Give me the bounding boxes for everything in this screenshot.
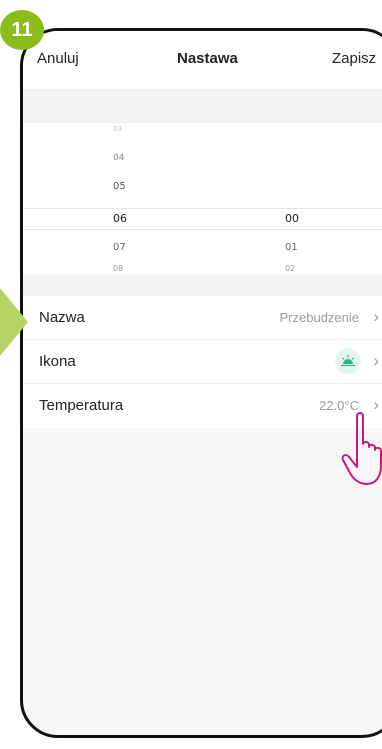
settings-row-label: Nazwa bbox=[39, 309, 85, 326]
chevron-right-icon: › bbox=[373, 351, 379, 370]
minute-option[interactable]: 01 bbox=[285, 242, 298, 253]
hour-option[interactable]: 07 bbox=[113, 242, 126, 253]
hour-option[interactable]: 08 bbox=[113, 264, 123, 273]
save-button[interactable]: Zapisz bbox=[332, 50, 376, 67]
page-title: Nastawa bbox=[177, 50, 238, 67]
hour-option[interactable]: 03 bbox=[113, 125, 122, 133]
settings-row-name[interactable]: Nazwa Przebudzenie › bbox=[23, 296, 382, 340]
cancel-button[interactable]: Anuluj bbox=[37, 50, 79, 67]
phone-frame: Anuluj Nastawa Zapisz 03 04 05 06 07 08 … bbox=[20, 28, 382, 738]
settings-row-icon[interactable]: Ikona › bbox=[23, 340, 382, 384]
top-bar: Anuluj Nastawa Zapisz bbox=[23, 31, 382, 89]
time-picker[interactable]: 03 04 05 06 07 08 09 00 01 02 03 bbox=[23, 123, 382, 290]
section-gap bbox=[23, 276, 382, 296]
settings-list: Nazwa Przebudzenie › Ikona › Temperatura… bbox=[23, 296, 382, 428]
minute-selected[interactable]: 00 bbox=[285, 212, 299, 225]
settings-row-label: Ikona bbox=[39, 353, 76, 370]
pointer-arrow bbox=[0, 288, 28, 356]
settings-row-value: Przebudzenie bbox=[279, 310, 360, 325]
settings-row-temperature[interactable]: Temperatura 22.0°C › bbox=[23, 384, 382, 428]
section-gap bbox=[23, 89, 382, 123]
pointing-hand-icon bbox=[341, 412, 382, 485]
minute-option[interactable]: 02 bbox=[285, 264, 295, 273]
sunrise-icon bbox=[335, 348, 361, 374]
hour-option[interactable]: 04 bbox=[113, 153, 124, 163]
hour-selected[interactable]: 06 bbox=[113, 212, 127, 225]
hour-option[interactable]: 05 bbox=[113, 181, 126, 192]
settings-row-label: Temperatura bbox=[39, 397, 124, 414]
selection-band bbox=[23, 208, 382, 230]
chevron-right-icon: › bbox=[373, 307, 379, 326]
step-number-badge: 11 bbox=[0, 10, 44, 50]
